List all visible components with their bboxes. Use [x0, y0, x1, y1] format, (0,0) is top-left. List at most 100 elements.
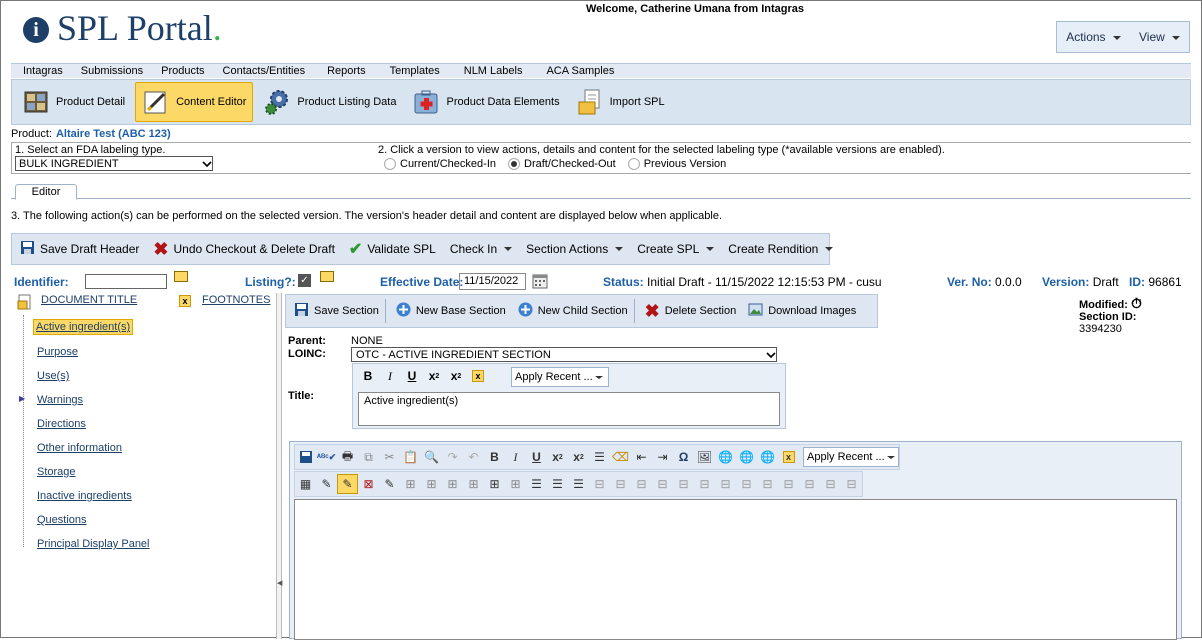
table-grid-icon[interactable]: ⊞ — [421, 474, 442, 494]
merge-cells-icon[interactable]: ⊟ — [715, 474, 736, 494]
radio-draft[interactable]: Draft/Checked-Out — [508, 158, 616, 170]
nav-aca-samples[interactable]: ACA Samples — [546, 65, 614, 77]
delete-column-icon[interactable]: ⊟ — [631, 474, 652, 494]
expand-arrow-icon[interactable]: ▶ — [19, 394, 25, 403]
insert-row-icon[interactable]: ⊟ — [652, 474, 673, 494]
identifier-input[interactable] — [85, 274, 167, 289]
align-left-icon[interactable]: ☰ — [526, 474, 547, 494]
tree-footnotes[interactable]: FOOTNOTES — [202, 294, 270, 306]
find-icon[interactable]: 🔍 — [421, 447, 442, 467]
insert-column-icon[interactable]: ⊟ — [610, 474, 631, 494]
delete-row-icon[interactable]: ⊟ — [694, 474, 715, 494]
underline-button[interactable]: U — [401, 367, 423, 385]
unlink-globe-icon[interactable]: 🌐 — [736, 447, 757, 467]
tree-item-inactive-ingredients[interactable]: Inactive ingredients — [37, 490, 132, 502]
product-data-elements-button[interactable]: Product Data Elements — [406, 82, 565, 122]
title-input[interactable]: Active ingredient(s) — [358, 392, 780, 426]
save-icon[interactable] — [295, 447, 316, 467]
cut-icon[interactable]: ✂ — [379, 447, 400, 467]
nav-products[interactable]: Products — [161, 65, 204, 77]
bullet-list-icon[interactable]: ☰ — [589, 447, 610, 467]
tree-item-questions[interactable]: Questions — [37, 514, 87, 526]
product-listing-data-button[interactable]: Product Listing Data — [257, 82, 402, 122]
bold-button[interactable]: B — [357, 367, 379, 385]
cell-properties-icon[interactable]: ✎ — [337, 474, 358, 494]
actions-menu[interactable]: Actions — [1066, 30, 1121, 44]
calendar-icon[interactable] — [532, 273, 548, 292]
split-cells-icon[interactable]: ⊟ — [736, 474, 757, 494]
delete-section-button[interactable]: ✖ Delete Section — [645, 301, 737, 322]
nav-intagras[interactable]: Intagras — [23, 65, 63, 77]
new-base-section-button[interactable]: New Base Section — [396, 302, 506, 320]
footnote-icon[interactable]: x — [467, 367, 489, 385]
delete-table-icon[interactable]: ⊠ — [358, 474, 379, 494]
subscript-button[interactable]: x2 — [423, 367, 445, 385]
collapse-arrow-icon[interactable]: ◀ — [277, 579, 282, 587]
tree-document-title[interactable]: DOCUMENT TITLE — [41, 294, 137, 306]
note-icon[interactable] — [174, 271, 188, 285]
align-center-icon[interactable]: ☰ — [547, 474, 568, 494]
pane-splitter[interactable]: ◀ — [276, 293, 282, 639]
tree-item-principal-display-panel[interactable]: Principal Display Panel — [37, 538, 150, 550]
tree-item-storage[interactable]: Storage — [37, 466, 76, 478]
outdent-icon[interactable]: ⇤ — [631, 447, 652, 467]
product-detail-button[interactable]: Product Detail — [16, 82, 131, 122]
validate-spl-button[interactable]: ✔ Validate SPL — [349, 239, 436, 259]
italic-button[interactable]: I — [505, 447, 526, 467]
link-globe-icon[interactable]: 🌐 — [715, 447, 736, 467]
table-properties-icon[interactable]: ✎ — [316, 474, 337, 494]
save-section-button[interactable]: Save Section — [294, 302, 379, 320]
subscript-button[interactable]: x2 — [547, 447, 568, 467]
paste-icon[interactable]: 📋 — [400, 447, 421, 467]
create-rendition-menu[interactable]: Create Rendition — [728, 242, 834, 256]
nav-templates[interactable]: Templates — [390, 65, 440, 77]
check-in-menu[interactable]: Check In — [450, 242, 513, 256]
tree-item-active-ingredients[interactable]: Active ingredient(s) — [33, 319, 134, 335]
italic-button[interactable]: I — [379, 367, 401, 385]
undo-checkout-button[interactable]: ✖ Undo Checkout & Delete Draft — [153, 239, 335, 260]
spellcheck-icon[interactable]: ᴬᴮᶜ✔ — [316, 447, 337, 467]
special-character-icon[interactable]: Ω — [673, 447, 694, 467]
tree-item-warnings[interactable]: Warnings — [37, 394, 83, 406]
merge-cells-icon[interactable]: ⊟ — [757, 474, 778, 494]
effective-date-input[interactable]: 11/15/2022 — [459, 273, 526, 290]
underline-button[interactable]: U — [526, 447, 547, 467]
table-grid-icon[interactable]: ⊞ — [505, 474, 526, 494]
table-icon[interactable]: ▦ — [295, 474, 316, 494]
apply-recent-select[interactable]: Apply Recent ... — [511, 367, 609, 387]
split-cells-icon[interactable]: ⊟ — [778, 474, 799, 494]
tree-item-uses[interactable]: Use(s) — [37, 370, 69, 382]
editor-content-area[interactable] — [294, 499, 1177, 640]
create-spl-menu[interactable]: Create SPL — [637, 242, 715, 256]
tree-item-purpose[interactable]: Purpose — [37, 346, 78, 358]
import-spl-button[interactable]: Import SPL — [570, 82, 671, 122]
table-grid-icon[interactable]: ⊞ — [463, 474, 484, 494]
labeling-type-select[interactable]: BULK INGREDIENT — [15, 156, 213, 171]
view-menu[interactable]: View — [1139, 30, 1180, 44]
footnote-icon[interactable]: x — [778, 447, 799, 467]
table-grid-icon[interactable]: ⊟ — [799, 474, 820, 494]
nav-nlm-labels[interactable]: NLM Labels — [464, 65, 523, 77]
superscript-button[interactable]: x2 — [568, 447, 589, 467]
save-draft-header-button[interactable]: Save Draft Header — [20, 240, 139, 258]
loinc-select[interactable]: OTC - ACTIVE INGREDIENT SECTION — [351, 347, 777, 362]
bold-button[interactable]: B — [484, 447, 505, 467]
content-editor-button[interactable]: Content Editor — [135, 82, 254, 122]
tree-item-directions[interactable]: Directions — [37, 418, 86, 430]
radio-previous[interactable]: Previous Version — [627, 158, 726, 170]
listing-checkbox[interactable]: ✓ — [298, 274, 311, 287]
anchor-globe-icon[interactable]: 🌐 — [757, 447, 778, 467]
table-border-icon[interactable]: ⊞ — [484, 474, 505, 494]
tab-editor[interactable]: Editor — [15, 184, 77, 200]
nav-contacts[interactable]: Contacts/Entities — [223, 65, 306, 77]
indent-icon[interactable]: ⇥ — [652, 447, 673, 467]
align-right-icon[interactable]: ☰ — [568, 474, 589, 494]
copy-icon[interactable]: ⧉ — [358, 447, 379, 467]
note-icon[interactable] — [320, 271, 334, 285]
insert-column-icon[interactable]: ⊟ — [589, 474, 610, 494]
apply-recent-select[interactable]: Apply Recent ... — [803, 447, 899, 467]
undo-icon[interactable]: ↶ — [463, 447, 484, 467]
table-grid-icon[interactable]: ⊞ — [442, 474, 463, 494]
radio-current[interactable]: Current/Checked-In — [384, 158, 496, 170]
eraser-icon[interactable]: ⌫ — [610, 447, 631, 467]
